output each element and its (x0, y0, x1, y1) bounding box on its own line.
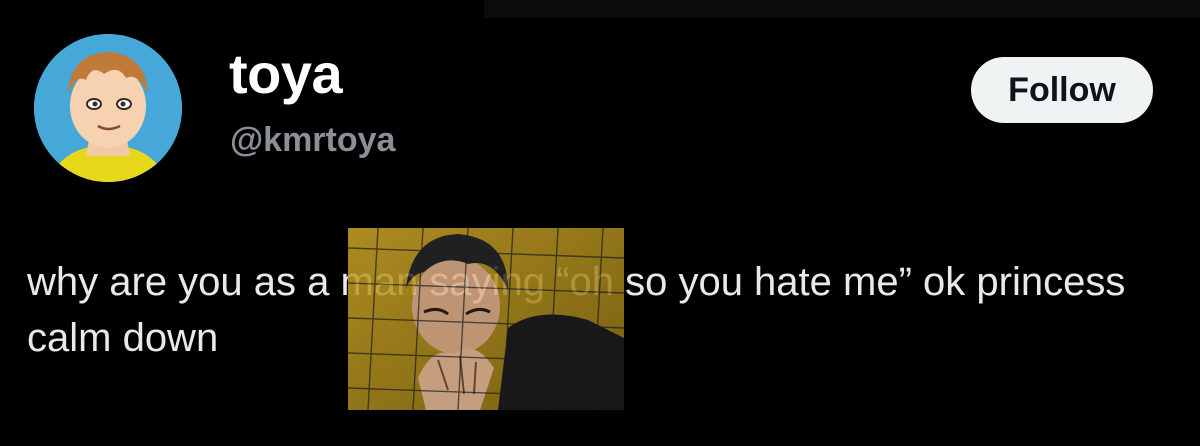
profile-avatar[interactable] (34, 34, 182, 182)
user-handle[interactable]: @kmrtoya (230, 123, 395, 157)
display-name[interactable]: toya (229, 46, 343, 102)
top-divider-bar (484, 0, 1200, 18)
anime-character-avatar-icon (34, 34, 182, 182)
follow-button[interactable]: Follow (971, 57, 1153, 123)
anime-character-pose-image (348, 228, 624, 410)
embedded-reaction-image[interactable] (348, 228, 624, 410)
